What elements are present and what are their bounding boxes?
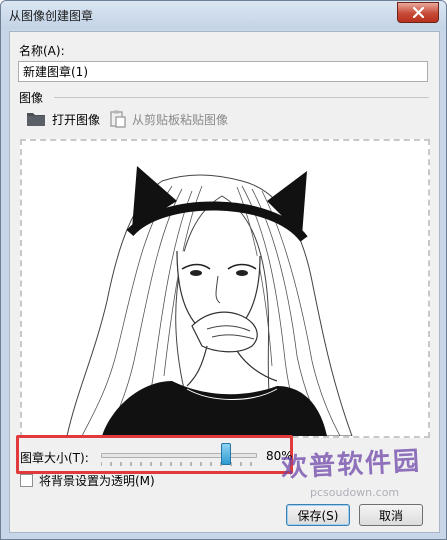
close-button[interactable]	[397, 2, 439, 23]
name-label: 名称(A):	[19, 44, 65, 58]
open-image-button[interactable]: 打开图像	[26, 109, 100, 129]
slider-track	[101, 453, 257, 458]
stamp-size-label: 图章大小(T):	[20, 451, 89, 465]
dialog-window: 从图像创建图章 名称(A): 图像 打开图像 从剪贴板粘贴图像	[0, 0, 447, 540]
folder-icon	[27, 113, 45, 126]
paste-image-button[interactable]: 从剪贴板粘贴图像	[110, 109, 228, 129]
image-group-label: 图像	[19, 91, 44, 105]
clipboard-paste-icon	[110, 110, 126, 128]
image-preview	[20, 139, 430, 438]
transparent-bg-checkbox[interactable]	[20, 474, 33, 487]
name-input[interactable]	[18, 61, 428, 82]
title-bar[interactable]: 从图像创建图章	[1, 1, 446, 29]
paste-image-label: 从剪贴板粘贴图像	[132, 112, 229, 127]
dialog-body: 名称(A): 图像 打开图像 从剪贴板粘贴图像	[9, 31, 440, 533]
slider-thumb[interactable]	[220, 443, 231, 465]
stamp-size-slider[interactable]	[95, 441, 260, 469]
watermark-url: pcsoudown.com	[310, 486, 400, 499]
window-title: 从图像创建图章	[9, 9, 94, 23]
open-image-label: 打开图像	[52, 112, 101, 127]
cancel-button[interactable]: 取消	[359, 504, 423, 526]
transparent-bg-label: 将背景设置为透明(M)	[39, 474, 155, 488]
close-icon	[412, 7, 424, 18]
transparent-bg-option[interactable]: 将背景设置为透明(M)	[20, 472, 155, 489]
stamp-image	[66, 166, 353, 436]
group-divider	[54, 97, 429, 98]
slider-ticks	[101, 462, 252, 466]
watermark-logo: 欢普软件园	[280, 446, 422, 484]
save-button[interactable]: 保存(S)	[286, 504, 350, 526]
